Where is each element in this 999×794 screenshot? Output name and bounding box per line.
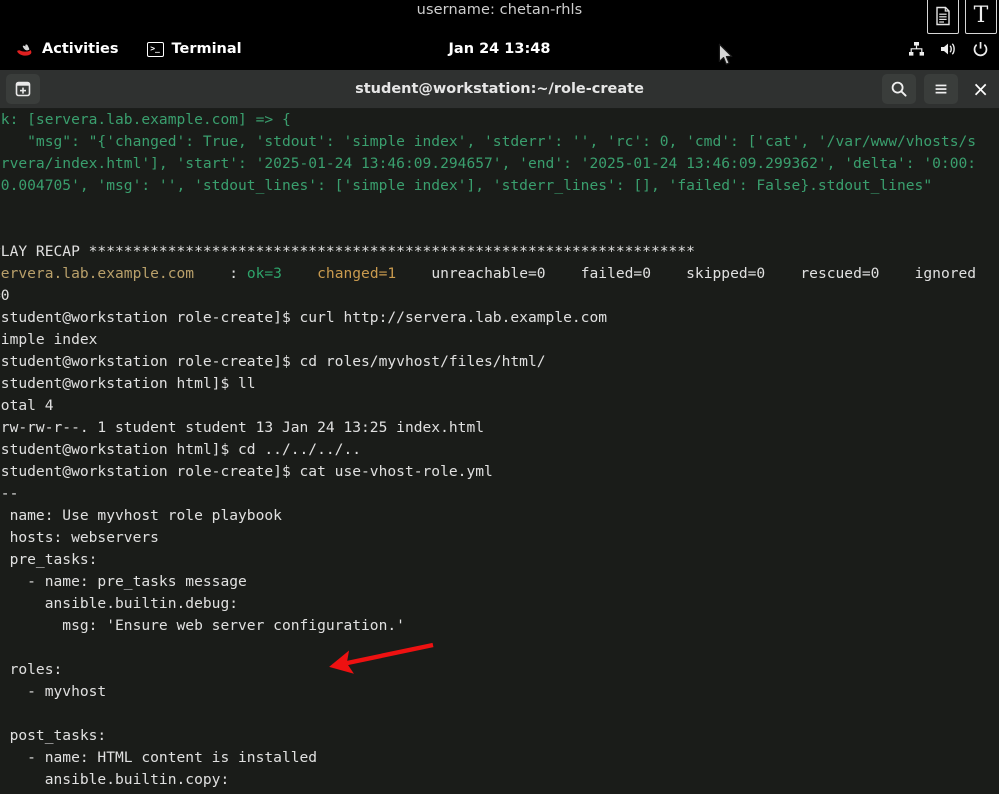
terminal-line: } xyxy=(0,197,999,219)
power-icon xyxy=(972,41,989,58)
terminal-span: [student@workstation role-create]$ cd ro… xyxy=(0,353,546,370)
terminal-span: --- xyxy=(0,485,19,502)
terminal-span: changed=1 xyxy=(317,265,397,282)
gnome-top-bar: Activities Terminal Jan 24 13:48 xyxy=(0,28,999,70)
terminal-line: total 4 xyxy=(0,395,999,417)
terminal-line: PLAY RECAP *****************************… xyxy=(0,241,999,263)
terminal-span: } xyxy=(0,199,1,216)
terminal-line: - name: pre_tasks message xyxy=(0,571,999,593)
terminal-line: --- xyxy=(0,483,999,505)
terminal-span: ansible.builtin.debug: xyxy=(0,595,239,612)
terminal-line: [student@workstation role-create]$ curl … xyxy=(0,307,999,329)
terminal-line: =0 xyxy=(0,285,999,307)
overlay-tool-icons: T xyxy=(927,0,997,34)
activities-button[interactable]: Activities xyxy=(14,28,119,70)
terminal-span: - myvhost xyxy=(0,683,107,700)
terminal-span: hosts: webservers xyxy=(0,529,159,546)
terminal-line: roles: xyxy=(0,659,999,681)
volume-icon xyxy=(939,41,958,57)
terminal-line: - name: HTML content is installed xyxy=(0,747,999,769)
activities-label: Activities xyxy=(42,41,119,57)
screen: student@workstation:~/role-create × ok: … xyxy=(0,0,999,794)
window-title: student@workstation:~/role-create xyxy=(355,81,644,97)
terminal-line: [student@workstation role-create]$ cat u… xyxy=(0,461,999,483)
terminal-window: student@workstation:~/role-create × ok: … xyxy=(0,70,999,794)
app-menu-button[interactable]: Terminal xyxy=(146,28,242,70)
terminal-text: ok: [servera.lab.example.com] => { "msg"… xyxy=(0,109,999,794)
terminal-line: - myvhost xyxy=(0,681,999,703)
terminal-titlebar: student@workstation:~/role-create × xyxy=(0,70,999,109)
app-menu-label: Terminal xyxy=(171,41,242,57)
terminal-line: post_tasks: xyxy=(0,725,999,747)
terminal-span: =0 xyxy=(0,287,10,304)
terminal-line: simple index xyxy=(0,329,999,351)
close-icon[interactable]: × xyxy=(966,79,995,99)
redhat-logo-icon xyxy=(14,41,34,57)
terminal-line: ansible.builtin.copy: xyxy=(0,769,999,791)
terminal-line: [student@workstation role-create]$ cd ro… xyxy=(0,351,999,373)
terminal-span: 00.004705', 'msg': '', 'stdout_lines': [… xyxy=(0,177,933,194)
terminal-span: ansible.builtin.copy: xyxy=(0,771,230,788)
terminal-span: [student@workstation html]$ ll xyxy=(0,375,256,392)
terminal-span: total 4 xyxy=(0,397,54,414)
terminal-span: roles: xyxy=(9,661,63,678)
terminal-icon xyxy=(146,41,164,57)
search-icon[interactable] xyxy=(882,74,917,104)
terminal-line: - name: Use myvhost role playbook xyxy=(0,505,999,527)
top-bar-left: Activities Terminal xyxy=(0,28,242,70)
terminal-line: [student@workstation html]$ ll xyxy=(0,373,999,395)
terminal-line: "msg": "{'changed': True, 'stdout': 'sim… xyxy=(0,131,999,153)
terminal-span: ervera/index.html'], 'start': '2025-01-2… xyxy=(0,155,977,172)
terminal-span xyxy=(282,265,317,282)
terminal-span: [student@workstation html]$ cd ../../../… xyxy=(0,441,362,458)
terminal-line: servera.lab.example.com : ok=3 changed=1… xyxy=(0,263,999,285)
terminal-span: servera.lab.example.com xyxy=(0,265,195,282)
terminal-line: hosts: webservers xyxy=(0,527,999,549)
titlebar-actions: × xyxy=(882,74,995,104)
recorder-overlay: username: chetan-rhls T xyxy=(0,0,999,34)
system-status-area[interactable] xyxy=(908,41,989,58)
terminal-span: simple index xyxy=(0,331,98,348)
network-icon xyxy=(908,41,925,57)
terminal-span: : xyxy=(194,265,247,282)
menu-icon[interactable] xyxy=(924,74,959,104)
terminal-span: - name: pre_tasks message xyxy=(0,573,247,590)
terminal-line: ervera/index.html'], 'start': '2025-01-2… xyxy=(0,153,999,175)
terminal-span: ok: [servera.lab.example.com] => { xyxy=(0,111,291,128)
document-icon[interactable] xyxy=(927,0,959,34)
text-tool-icon[interactable]: T xyxy=(965,0,997,34)
new-terminal-icon[interactable] xyxy=(6,74,40,104)
terminal-line: msg: 'Ensure web server configuration.' xyxy=(0,615,999,637)
terminal-line: ok: [servera.lab.example.com] => { xyxy=(0,109,999,131)
terminal-span: ok=3 xyxy=(246,265,282,282)
terminal-span: -rw-rw-r--. 1 student student 13 Jan 24 … xyxy=(0,419,485,436)
terminal-span: pre_tasks: xyxy=(0,551,98,568)
terminal-line: [student@workstation html]$ cd ../../../… xyxy=(0,439,999,461)
terminal-span: PLAY RECAP *****************************… xyxy=(0,243,695,260)
terminal-span: - name: Use myvhost role playbook xyxy=(0,507,282,524)
terminal-line: 00.004705', 'msg': '', 'stdout_lines': [… xyxy=(0,175,999,197)
terminal-span: [student@workstation role-create]$ curl … xyxy=(0,309,608,326)
terminal-line: ansible.builtin.debug: xyxy=(0,593,999,615)
terminal-span: post_tasks: xyxy=(0,727,107,744)
terminal-span: msg: 'Ensure web server configuration.' xyxy=(0,617,405,634)
terminal-span: "msg": "{'changed': True, 'stdout': 'sim… xyxy=(0,133,977,150)
terminal-span: unreachable=0 failed=0 skipped=0 rescued… xyxy=(396,265,977,282)
text-tool-glyph: T xyxy=(973,3,989,28)
terminal-output-area[interactable]: ok: [servera.lab.example.com] => { "msg"… xyxy=(0,109,999,794)
terminal-line: pre_tasks: xyxy=(0,549,999,571)
terminal-line: -rw-rw-r--. 1 student student 13 Jan 24 … xyxy=(0,417,999,439)
overlay-username-label: username: chetan-rhls xyxy=(416,2,583,18)
terminal-span: [student@workstation role-create]$ cat u… xyxy=(0,463,493,480)
terminal-span: - name: HTML content is installed xyxy=(0,749,318,766)
